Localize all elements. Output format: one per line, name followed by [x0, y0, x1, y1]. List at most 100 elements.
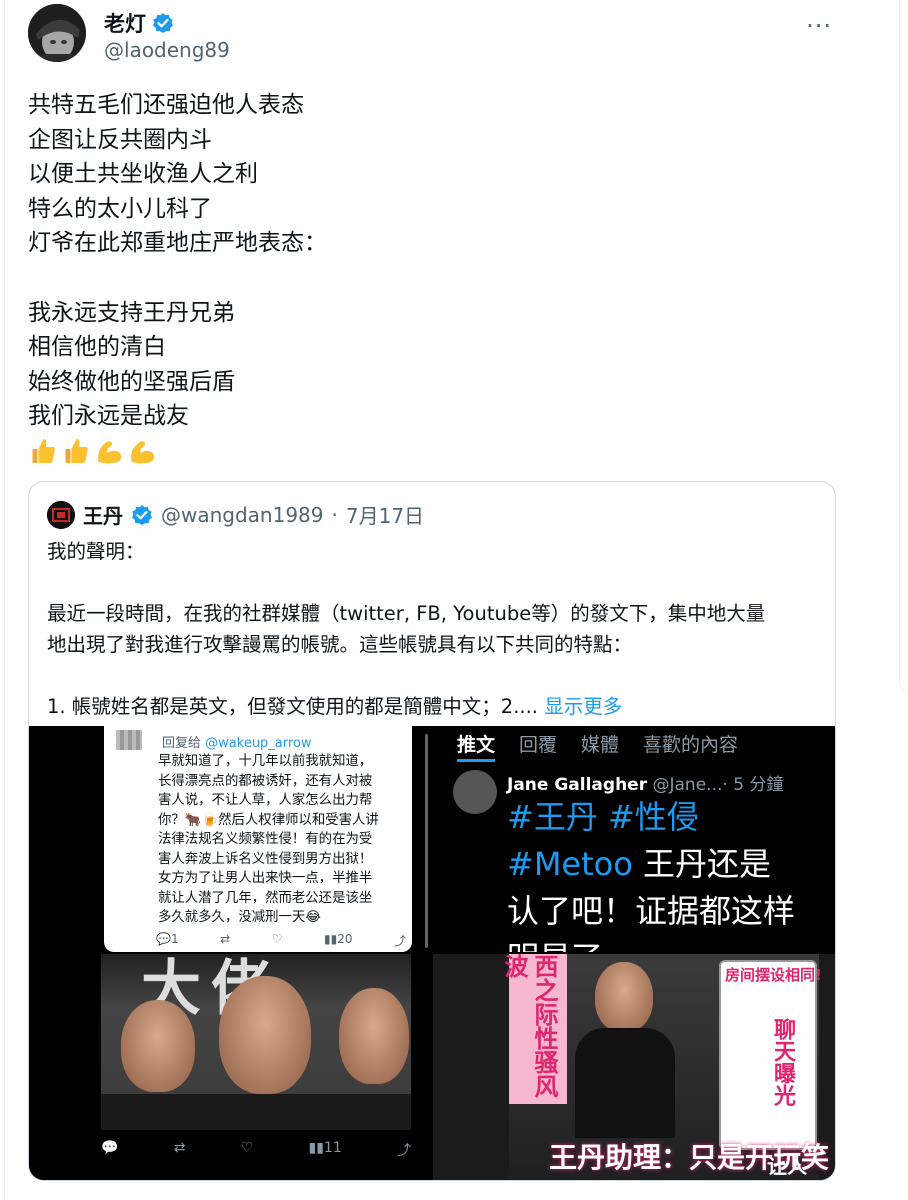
- reply-card: 回复给 @wakeup_arrow 早就知道了，十几年以前我就知道， 长得漂亮点…: [104, 726, 412, 952]
- thumbs-up-icon: [32, 438, 55, 463]
- quoted-tweet-body: 我的聲明： 最近一段時間，在我的社群媒體（twitter, FB, Youtub…: [47, 536, 827, 722]
- dark-line: #Metoo 王丹还是: [507, 841, 835, 888]
- quoted-author-handle[interactable]: @wangdan1989: [161, 503, 324, 527]
- dark-tweet-text: #王丹 #性侵 #Metoo 王丹还是 认了吧！证据都这样 明显了: [507, 794, 835, 952]
- news-poster: 西之际性骚风波 房间摆设相同! 聊天曝光 王丹助理：只是开玩笑 让人: [500, 954, 829, 1180]
- avatar[interactable]: [28, 4, 86, 62]
- views-icon: ▮▮11: [308, 1140, 342, 1156]
- reply-line: 早就知道了，十几年以前我就知道，: [158, 754, 373, 769]
- scrollbar: [425, 734, 428, 948]
- dark-author-handle: @Jane...: [652, 775, 723, 795]
- avatar: [453, 770, 497, 814]
- quoted-avatar[interactable]: [47, 500, 75, 529]
- verified-badge-icon: [152, 12, 174, 34]
- author-handle[interactable]: @laodeng89: [104, 38, 230, 62]
- chat-big-text: 聊天曝光: [770, 1018, 795, 1106]
- right-rail: [899, 0, 908, 690]
- tweet-line: 我们永远是战友: [28, 403, 189, 429]
- quoted-line-last: 1. 帳號姓名都是英文，但發文使用的都是簡體中文；2.... 显示更多: [47, 691, 827, 722]
- tweet-line: 共特五毛们还强迫他人表态: [28, 92, 304, 118]
- reply-count: 1: [170, 932, 179, 946]
- dark-time: · 5 分鐘: [722, 775, 784, 795]
- tab-tweets: 推文: [457, 726, 496, 762]
- reply-line: 长得漂亮点的都被诱奸，还有人对被: [158, 773, 373, 789]
- reply-icon: 💬1: [156, 932, 179, 946]
- reply-line: 女方为了让男人出来快一点，半推半: [158, 871, 373, 886]
- flexed-biceps-icon: [98, 440, 122, 463]
- tweet-line: 特么的太小儿科了: [28, 195, 212, 222]
- tweet-line: 我永远支持王丹兄弟: [28, 299, 235, 326]
- group-photo: 大佬: [101, 954, 411, 1130]
- hashtags-line: #王丹 #性侵: [507, 798, 699, 836]
- photo-actions: 💬 ⇄ ♡ ▮▮11 ⤴: [101, 1140, 411, 1160]
- tweet-line: 以便土共坐收渔人之利: [28, 161, 258, 187]
- views-count: 11: [323, 1140, 342, 1156]
- side-text: 西之际性骚风波: [500, 954, 558, 1098]
- reply-body: 早就知道了，十几年以前我就知道， 长得漂亮点的都被诱奸，还有人对被 害人说，不让…: [158, 752, 408, 928]
- tweet-line: 企图让反共圈内斗: [28, 126, 212, 153]
- chat-screenshot: 房间摆设相同! 聊天曝光: [719, 960, 822, 1150]
- blurred-avatar: [116, 730, 142, 750]
- tab-replies: 回覆: [519, 734, 558, 756]
- quoted-line: 1. 帳號姓名都是英文，但發文使用的都是簡體中文；2....: [47, 695, 539, 718]
- reply-handle: @wakeup_arrow: [205, 736, 312, 751]
- views-icon: ▮▮20: [323, 932, 353, 946]
- reply-line: 就让人潜了几年，然而老公还是该坐: [158, 890, 373, 906]
- quoted-line: 最近一段時間，在我的社群媒體（twitter, FB, Youtube等）的發文…: [47, 602, 766, 625]
- share-icon: ⤴: [396, 1143, 411, 1159]
- dark-line: 明显了: [507, 935, 835, 952]
- retweet-icon: ⇄: [173, 1140, 186, 1156]
- media-image-1[interactable]: 回复给 @wakeup_arrow 早就知道了，十几年以前我就知道， 长得漂亮点…: [29, 726, 431, 952]
- reply-prefix: 回复给: [162, 736, 202, 751]
- reply-icon: 💬: [101, 1140, 119, 1156]
- separator-dot: ·: [331, 502, 338, 527]
- tweet-line: 相信他的清白: [28, 334, 166, 360]
- quoted-tweet[interactable]: 王丹 @wangdan1989 · 7月17日 我的聲明： 最近一段時間，在我的…: [28, 481, 836, 1181]
- left-divider: [4, 0, 5, 1200]
- media-image-3[interactable]: 大佬 💬 ⇄ ♡ ▮▮11 ⤴: [29, 954, 431, 1180]
- dark-line-text: 王丹还是: [632, 845, 771, 883]
- reply-line: 害人说，不让人草，人家怎么出力帮: [158, 793, 373, 808]
- quoted-line: 地出現了對我進行攻擊謾罵的帳號。這些帳號具有以下共同的特點：: [47, 633, 633, 656]
- share-icon: ⤴: [393, 934, 406, 948]
- tab-likes: 喜歡的內容: [643, 734, 739, 756]
- tweet-line: 灯爷在此郑重地庄严地表态：: [28, 230, 327, 256]
- tweet-text: 共特五毛们还强迫他人表态 企图让反共圈内斗 以便土共坐收渔人之利 特么的太小儿科…: [28, 88, 848, 466]
- tab-media: 媒體: [581, 734, 620, 756]
- media-image-4[interactable]: 西之际性骚风波 房间摆设相同! 聊天曝光 王丹助理：只是开玩笑 让人: [433, 954, 835, 1180]
- more-options-icon[interactable]: ···: [806, 12, 832, 40]
- retweet-icon: ⇄: [220, 932, 231, 946]
- like-icon: ♡: [271, 932, 283, 946]
- tweet-header: 老灯 @laodeng89 ···: [28, 4, 848, 68]
- thumbs-up-icon: [65, 438, 88, 463]
- author-name-row[interactable]: 老灯: [104, 8, 174, 38]
- reply-line: 害人奔波上诉名义性侵到男方出狱！: [158, 851, 373, 867]
- like-icon: ♡: [240, 1140, 254, 1156]
- author-name[interactable]: 老灯: [104, 8, 146, 38]
- views-count: 20: [337, 932, 353, 946]
- flexed-biceps-icon: [131, 440, 155, 463]
- media-grid: 回复给 @wakeup_arrow 早就知道了，十几年以前我就知道， 长得漂亮点…: [29, 726, 835, 1180]
- dark-tweet-header: Jane Gallagher @Jane...· 5 分鐘: [507, 770, 783, 795]
- reply-actions: 💬1 ⇄ ♡ ▮▮20 ⤴: [156, 932, 406, 949]
- chat-title: 房间摆设相同!: [725, 966, 822, 984]
- reply-line: 多久就多久，没减刑一天😂: [158, 910, 321, 925]
- reply-to-label: 回复给 @wakeup_arrow: [162, 732, 312, 751]
- verified-badge-icon: [131, 504, 153, 526]
- reply-line: 你？🐂🍺然后人权律师以和受害人讲: [158, 812, 379, 828]
- show-more-link[interactable]: 显示更多: [544, 695, 622, 718]
- quoted-date[interactable]: 7月17日: [346, 500, 424, 529]
- metoo-tag: #Metoo: [507, 845, 633, 883]
- profile-tabs: 推文 回覆 媒體 喜歡的內容: [433, 726, 835, 762]
- quoted-line: 我的聲明：: [47, 540, 145, 563]
- emoji-row: [28, 436, 848, 466]
- pink-band: 西之际性骚风波: [500, 954, 567, 1104]
- quoted-tweet-header: 王丹 @wangdan1989 · 7月17日: [47, 500, 424, 529]
- quoted-author-name[interactable]: 王丹: [83, 500, 123, 529]
- media-image-2[interactable]: 推文 回覆 媒體 喜歡的內容 Jane Gallagher @Jane...· …: [433, 726, 835, 952]
- corner-text: 让人: [767, 1154, 807, 1178]
- dark-author-name: Jane Gallagher: [507, 775, 648, 795]
- dark-line: 认了吧！证据都这样: [507, 892, 796, 930]
- tweet-line: 始终做他的坚强后盾: [28, 368, 235, 395]
